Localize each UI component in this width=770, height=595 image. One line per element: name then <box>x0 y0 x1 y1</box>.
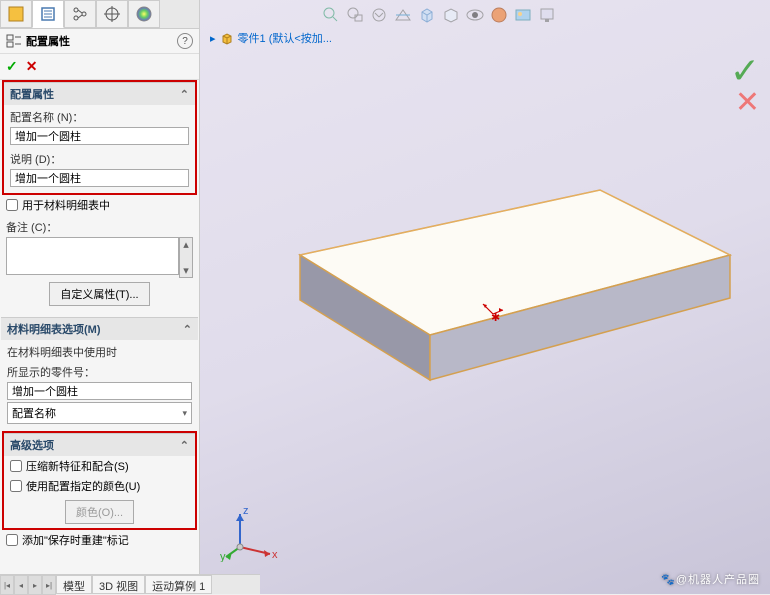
part-number-input[interactable] <box>7 382 192 400</box>
watermark: 🐾@机器人产品圈 <box>661 570 760 588</box>
name-label: 配置名称 (N)： <box>10 107 189 127</box>
tab-model[interactable]: 模型 <box>56 575 92 594</box>
tab-config[interactable] <box>32 0 64 28</box>
prev-view-icon[interactable] <box>368 4 390 26</box>
config-name-input[interactable] <box>10 127 189 145</box>
tab-tree[interactable] <box>64 0 96 28</box>
source-dropdown[interactable]: 配置名称 ▾ <box>7 402 192 424</box>
view-orient-icon[interactable] <box>416 4 438 26</box>
suppress-label: 压缩新特征和配合(S) <box>26 458 129 474</box>
panel-tab-row <box>0 0 199 29</box>
collapse-icon: ⌃ <box>180 88 189 101</box>
part-icon <box>220 31 234 45</box>
reject-feature-button[interactable]: ✕ <box>735 85 760 120</box>
bottom-tab-bar: |◂ ◂ ▸ ▸| 模型 3D 视图 运动算例 1 <box>0 574 260 594</box>
view-triad[interactable]: x y z <box>220 502 280 562</box>
confirm-row: ✓ ✕ <box>0 54 199 80</box>
suppress-checkbox[interactable] <box>10 460 22 472</box>
svg-text:✱: ✱ <box>491 312 500 322</box>
use-in-bom-label: 用于材料明细表中 <box>22 197 110 213</box>
section-title: 高级选项 <box>10 437 54 453</box>
tab-feature[interactable] <box>0 0 32 28</box>
chevron-down-icon: ▾ <box>182 408 187 419</box>
color-button[interactable]: 颜色(O)... <box>65 500 134 524</box>
appearance-icon[interactable] <box>488 4 510 26</box>
add-rebuild-checkbox[interactable] <box>6 534 18 546</box>
cancel-button[interactable]: ✕ <box>26 58 38 75</box>
panel-header: 配置属性 ? <box>0 29 199 54</box>
dropdown-value: 配置名称 <box>12 405 56 421</box>
nav-first[interactable]: |◂ <box>0 575 14 595</box>
bom-options-section: 材料明细表选项(M) ⌃ 在材料明细表中使用时 所显示的零件号： 配置名称 ▾ <box>0 316 199 431</box>
use-in-bom-row[interactable]: 用于材料明细表中 <box>0 195 199 215</box>
section-header-advanced[interactable]: 高级选项 ⌃ <box>4 433 195 456</box>
custom-props-button[interactable]: 自定义属性(T)... <box>49 282 149 306</box>
property-panel: 配置属性 ? ✓ ✕ 配置属性 ⌃ 配置名称 (N)： 说明 (D)： <box>0 0 200 594</box>
help-button[interactable]: ? <box>177 33 193 49</box>
breadcrumb[interactable]: ▸ 零件1 (默认<按加... <box>210 30 332 46</box>
bom-hint2: 所显示的零件号： <box>7 362 192 382</box>
origin-marker: ✱ <box>480 300 506 322</box>
section-header-bom[interactable]: 材料明细表选项(M) ⌃ <box>1 317 198 340</box>
section-title: 材料明细表选项(M) <box>7 321 101 337</box>
tab-3dview[interactable]: 3D 视图 <box>92 575 145 594</box>
tab-motion[interactable]: 运动算例 1 <box>145 575 212 594</box>
section-title: 配置属性 <box>10 86 54 102</box>
collapse-icon: ⌃ <box>180 439 189 452</box>
3d-viewport[interactable]: ▸ 零件1 (默认<按加... ✓ ✕ ✱ <box>200 0 770 594</box>
add-rebuild-row[interactable]: 添加"保存时重建"标记 <box>0 530 199 550</box>
section-header-config[interactable]: 配置属性 ⌃ <box>4 82 195 105</box>
desc-label: 说明 (D)： <box>10 149 189 169</box>
ok-button[interactable]: ✓ <box>6 58 18 75</box>
collapse-icon: ⌃ <box>183 323 192 336</box>
add-rebuild-label: 添加"保存时重建"标记 <box>22 532 129 548</box>
use-in-bom-checkbox[interactable] <box>6 199 18 211</box>
zoom-fit-icon[interactable] <box>320 4 342 26</box>
config-desc-input[interactable] <box>10 169 189 187</box>
use-color-row[interactable]: 使用配置指定的颜色(U) <box>4 476 195 496</box>
advanced-section: 高级选项 ⌃ 压缩新特征和配合(S) 使用配置指定的颜色(U) 颜色(O)... <box>2 431 197 530</box>
nav-next[interactable]: ▸ <box>28 575 42 595</box>
svg-text:y: y <box>220 551 226 562</box>
remark-label: 备注 (C)： <box>6 217 193 237</box>
breadcrumb-part: 零件1 (默认<按加... <box>238 30 332 46</box>
section-view-icon[interactable] <box>392 4 414 26</box>
config-icon <box>6 33 22 49</box>
config-props-section: 配置属性 ⌃ 配置名称 (N)： 说明 (D)： <box>2 80 197 195</box>
view-toolbar <box>320 4 558 26</box>
nav-last[interactable]: ▸| <box>42 575 56 595</box>
hide-show-icon[interactable] <box>464 4 486 26</box>
bom-hint1: 在材料明细表中使用时 <box>7 342 192 362</box>
suppress-row[interactable]: 压缩新特征和配合(S) <box>4 456 195 476</box>
zoom-window-icon[interactable] <box>344 4 366 26</box>
use-color-label: 使用配置指定的颜色(U) <box>26 478 140 494</box>
svg-text:x: x <box>272 549 278 561</box>
textarea-scrollbar[interactable]: ▴▾ <box>179 237 193 278</box>
panel-title: 配置属性 <box>26 33 177 49</box>
svg-text:z: z <box>243 505 249 517</box>
paw-icon: 🐾 <box>661 574 676 586</box>
breadcrumb-arrow: ▸ <box>210 32 216 45</box>
display-style-icon[interactable] <box>440 4 462 26</box>
tab-appearance[interactable] <box>128 0 160 28</box>
scene-icon[interactable] <box>512 4 534 26</box>
3d-model-slab[interactable] <box>250 180 740 400</box>
use-color-checkbox[interactable] <box>10 480 22 492</box>
tab-target[interactable] <box>96 0 128 28</box>
nav-prev[interactable]: ◂ <box>14 575 28 595</box>
render-icon[interactable] <box>536 4 558 26</box>
remark-textarea[interactable] <box>6 237 179 275</box>
